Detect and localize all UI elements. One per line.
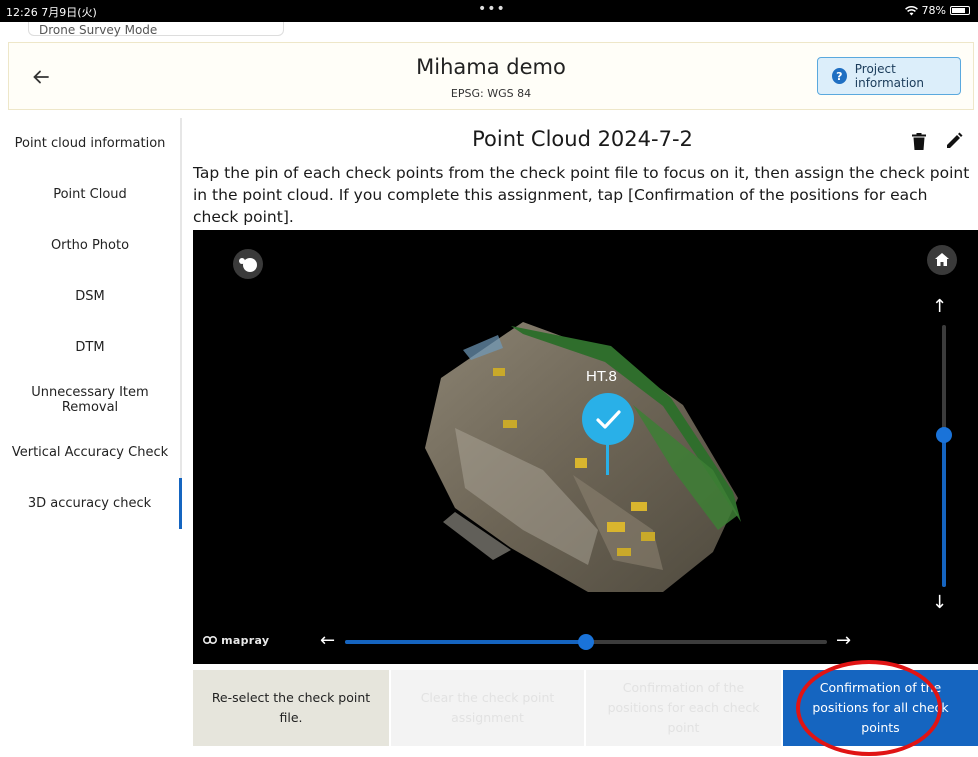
check-point-pin-stem xyxy=(606,443,609,475)
sidebar-item-label: Ortho Photo xyxy=(50,238,130,253)
confirm-all-positions-button[interactable]: Confirmation of the positions for all ch… xyxy=(783,670,978,746)
pencil-icon[interactable] xyxy=(945,132,963,150)
status-time: 12:26 7月9日(火) xyxy=(6,6,97,19)
sidebar-item-dsm[interactable]: DSM xyxy=(0,271,182,322)
sidebar: Point cloud information Point Cloud Orth… xyxy=(0,118,182,529)
sidebar-item-label: Unnecessary Item Removal xyxy=(31,385,149,415)
content-title: Point Cloud 2024-7-2 xyxy=(472,127,693,151)
check-point-label: HT.8 xyxy=(586,368,617,385)
reselect-check-point-file-button[interactable]: Re-select the check point file. xyxy=(193,670,389,746)
action-button-row: Re-select the check point file. Clear th… xyxy=(193,670,978,746)
clear-assignment-button: Clear the check point assignment xyxy=(391,670,584,746)
vertical-slider-fill xyxy=(942,435,946,587)
sidebar-item-label: DSM xyxy=(75,289,105,304)
sidebar-item-dtm[interactable]: DTM xyxy=(0,322,182,373)
project-information-button[interactable]: ? Project information xyxy=(817,57,961,95)
battery-icon xyxy=(950,6,970,15)
confirm-each-position-button: Confirmation of the positions for each c… xyxy=(586,670,781,746)
trash-icon[interactable] xyxy=(912,133,926,150)
tilt-up-arrow[interactable]: ↑ xyxy=(932,296,947,317)
help-icon: ? xyxy=(832,68,847,84)
rotate-right-arrow[interactable]: → xyxy=(836,630,851,651)
vertical-slider-track[interactable] xyxy=(942,325,946,587)
sidebar-item-label: Point cloud information xyxy=(14,136,166,151)
project-header: Mihama demo EPSG: WGS 84 ? Project infor… xyxy=(8,42,974,110)
sidebar-item-ortho-photo[interactable]: Ortho Photo xyxy=(0,220,182,271)
status-right: 78% xyxy=(904,4,970,17)
vertical-slider-thumb[interactable] xyxy=(936,427,952,444)
point-cloud-viewer[interactable]: ↑ ↓ ← → mapray HT.8 xyxy=(193,230,978,664)
mode-selector[interactable]: Drone Survey Mode xyxy=(28,22,284,37)
wifi-icon xyxy=(904,5,918,15)
sidebar-item-point-cloud-information[interactable]: Point cloud information xyxy=(0,118,182,169)
battery-percent: 78% xyxy=(921,4,946,17)
mode-strip: Drone Survey Mode xyxy=(0,22,978,40)
horizontal-slider-fill xyxy=(345,640,586,644)
check-icon xyxy=(596,410,621,429)
status-bar: 12:26 7月9日(火) ••• 78% xyxy=(0,0,978,22)
compass-icon xyxy=(239,258,257,272)
project-information-label: Project information xyxy=(854,62,925,90)
sidebar-item-vertical-accuracy-check[interactable]: Vertical Accuracy Check xyxy=(0,427,182,478)
sidebar-item-label: Vertical Accuracy Check xyxy=(11,445,169,460)
orientation-button[interactable] xyxy=(233,249,263,279)
point-cloud-render xyxy=(425,322,741,592)
multitask-dots[interactable]: ••• xyxy=(478,1,506,17)
sidebar-item-3d-accuracy-check[interactable]: 3D accuracy check xyxy=(0,478,182,529)
instructions-text: Tap the pin of each check points from th… xyxy=(193,164,970,226)
mapray-logo-icon xyxy=(202,635,218,645)
mapray-logo: mapray xyxy=(202,634,270,647)
sidebar-item-point-cloud[interactable]: Point Cloud xyxy=(0,169,182,220)
home-button[interactable] xyxy=(927,245,957,275)
mapray-logo-text: mapray xyxy=(221,634,270,647)
tilt-down-arrow[interactable]: ↓ xyxy=(932,592,947,613)
check-point-pin[interactable] xyxy=(582,393,634,445)
horizontal-slider-thumb[interactable] xyxy=(578,634,594,650)
sidebar-item-unnecessary-item-removal[interactable]: Unnecessary Item Removal xyxy=(0,373,182,427)
rotate-left-arrow[interactable]: ← xyxy=(320,630,335,651)
sidebar-item-label: 3D accuracy check xyxy=(27,496,152,511)
sidebar-item-label: DTM xyxy=(75,340,105,355)
sidebar-item-label: Point Cloud xyxy=(53,187,127,202)
home-icon xyxy=(935,253,949,266)
